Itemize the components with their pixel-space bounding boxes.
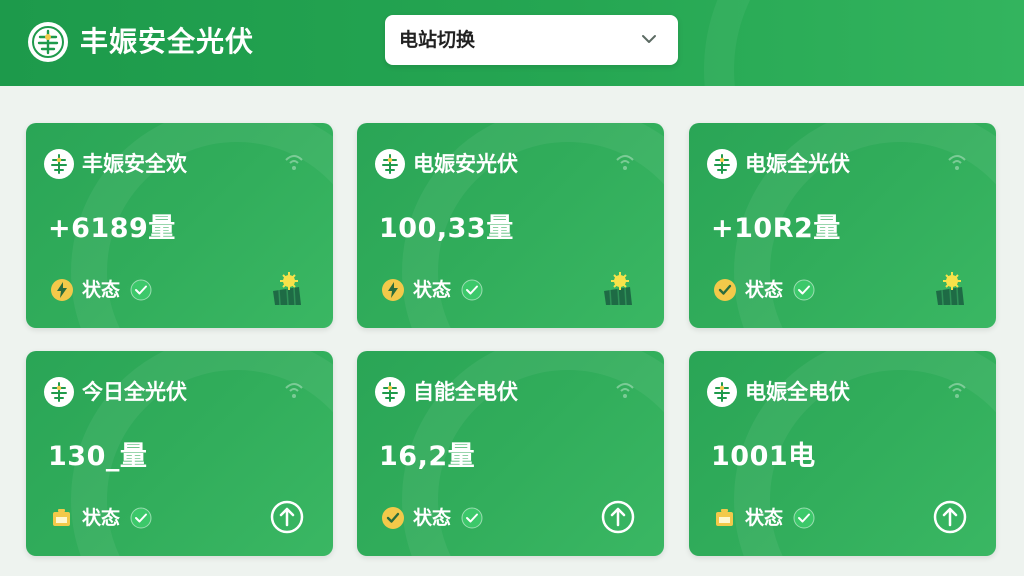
check-circle-icon <box>130 279 152 301</box>
card-value: 16,2量 <box>379 441 476 472</box>
card-status-label: 状态 <box>413 507 452 529</box>
station-switch-dropdown[interactable]: 电站切换 <box>385 15 678 65</box>
card-value: 130_量 <box>48 441 148 472</box>
card-value: 1001电 <box>711 441 816 472</box>
signal-icon <box>614 379 636 401</box>
battery-icon <box>713 506 737 530</box>
upload-circle-icon[interactable] <box>932 499 968 535</box>
battery-icon <box>50 506 74 530</box>
chevron-down-icon <box>638 28 660 50</box>
signal-icon <box>946 151 968 173</box>
signal-icon <box>946 379 968 401</box>
solar-panel-icon <box>269 271 305 307</box>
brand-logo-icon <box>44 149 74 179</box>
card-title: 今日全光伏 <box>82 380 187 404</box>
signal-icon <box>283 151 305 173</box>
card-status-label: 状态 <box>82 279 121 301</box>
card-status-label: 状态 <box>745 279 784 301</box>
check-circle-icon <box>793 279 815 301</box>
card-title: 丰娠安全欢 <box>82 152 187 176</box>
card-status-label: 状态 <box>745 507 784 529</box>
check-circle-icon <box>793 507 815 529</box>
app-title: 丰娠安全光伏 <box>80 25 255 58</box>
card-value: 100,33量 <box>379 213 514 244</box>
bolt-badge-icon <box>50 278 74 302</box>
card-title: 电娠全电伏 <box>745 380 850 404</box>
card-title: 自能全电伏 <box>413 380 518 404</box>
signal-icon <box>283 379 305 401</box>
station-card[interactable]: 今日全光伏 130_量 状态 <box>26 351 333 556</box>
brand-logo-icon <box>44 377 74 407</box>
station-card[interactable]: 丰娠安全欢 +6189量 状态 <box>26 123 333 328</box>
solar-panel-icon <box>600 271 636 307</box>
check-circle-icon <box>130 507 152 529</box>
brand-logo-icon <box>707 149 737 179</box>
card-status-label: 状态 <box>413 279 452 301</box>
check-circle-icon <box>461 279 483 301</box>
upload-circle-icon[interactable] <box>600 499 636 535</box>
card-value: +6189量 <box>48 213 176 244</box>
station-card[interactable]: 自能全电伏 16,2量 状态 <box>357 351 664 556</box>
station-card[interactable]: 电娠全电伏 1001电 状态 <box>689 351 996 556</box>
station-card[interactable]: 电娠安光伏 100,33量 状态 <box>357 123 664 328</box>
card-value: +10R2量 <box>711 213 841 244</box>
check-circle-icon <box>461 507 483 529</box>
solar-panel-icon <box>932 271 968 307</box>
app-header: 丰娠安全光伏 电站切换 <box>0 0 1024 86</box>
card-title: 电娠全光伏 <box>745 152 850 176</box>
brand-logo-icon <box>375 377 405 407</box>
bolt-badge-icon <box>381 278 405 302</box>
brand-logo-icon <box>28 22 68 62</box>
station-switch-label: 电站切换 <box>399 29 476 51</box>
check-badge-icon <box>713 278 737 302</box>
upload-circle-icon[interactable] <box>269 499 305 535</box>
signal-icon <box>614 151 636 173</box>
card-title: 电娠安光伏 <box>413 152 518 176</box>
brand-logo-icon <box>375 149 405 179</box>
station-card[interactable]: 电娠全光伏 +10R2量 状态 <box>689 123 996 328</box>
brand-logo-icon <box>707 377 737 407</box>
check-badge-icon <box>381 506 405 530</box>
card-status-label: 状态 <box>82 507 121 529</box>
